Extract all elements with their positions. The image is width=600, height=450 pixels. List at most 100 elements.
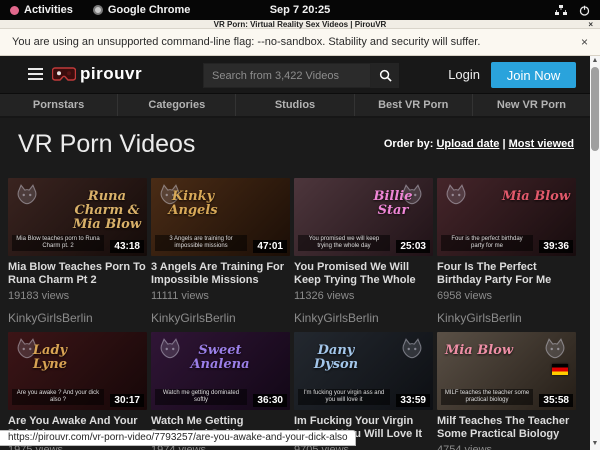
video-thumbnail[interactable]: Kinky Angels 3 Angels are training for i… xyxy=(151,178,290,256)
thumbnail-overlay-title: Lady Lyne xyxy=(14,344,86,372)
logo-text: pirouvr xyxy=(80,64,142,84)
video-thumbnail[interactable]: Sweet Analena Watch me getting dominated… xyxy=(151,332,290,410)
login-link[interactable]: Login xyxy=(448,67,480,82)
activities-button[interactable]: Activities xyxy=(0,0,83,20)
power-icon[interactable] xyxy=(579,5,590,16)
activities-label: Activities xyxy=(24,4,73,16)
duration-badge: 47:01 xyxy=(253,240,287,253)
nav-best-vr-porn[interactable]: Best VR Porn xyxy=(354,94,472,116)
chrome-infobar: You are using an unsupported command-lin… xyxy=(0,29,600,56)
order-upload-date-link[interactable]: Upload date xyxy=(436,138,499,150)
thumbnail-caption: Mia Blow teaches porn to Runa Charm pt. … xyxy=(12,235,104,251)
scroll-up-icon[interactable]: ▲ xyxy=(590,56,600,66)
app-menu-label: Google Chrome xyxy=(108,4,191,16)
app-menu[interactable]: Google Chrome xyxy=(83,0,201,20)
nav-new-vr-porn[interactable]: New VR Porn xyxy=(472,94,590,116)
studio-cat-mask-icon xyxy=(542,336,568,362)
thumbnail-caption: Are you awake ? And your dick also ? xyxy=(12,389,104,405)
scrollbar[interactable]: ▲ ▼ xyxy=(590,56,600,450)
studio-cat-mask-icon xyxy=(399,336,425,362)
duration-badge: 25:03 xyxy=(396,240,430,253)
main-nav: Pornstars Categories Studios Best VR Por… xyxy=(0,94,590,118)
video-thumbnail[interactable]: Billie Star You promised we will keep tr… xyxy=(294,178,433,256)
video-thumbnail[interactable]: Runa Charm & Mia Blow Mia Blow teaches p… xyxy=(8,178,147,256)
duration-badge: 36:30 xyxy=(253,394,287,407)
video-thumbnail[interactable]: Mia Blow Four is the perfect birthday pa… xyxy=(437,178,576,256)
activities-dot-icon xyxy=(10,6,19,15)
view-count: 19183 views xyxy=(8,290,147,302)
scrollbar-thumb[interactable] xyxy=(591,67,599,151)
video-card[interactable]: Mia Blow MILF teaches the teacher some p… xyxy=(437,332,576,450)
thumbnail-caption: MILF teaches the teacher some practical … xyxy=(441,389,533,405)
search-input[interactable]: Search from 3,422 Videos xyxy=(203,63,371,88)
scroll-down-icon[interactable]: ▼ xyxy=(590,439,600,449)
video-card[interactable]: Kinky Angels 3 Angels are training for i… xyxy=(151,178,290,325)
join-now-button[interactable]: Join Now xyxy=(491,62,576,88)
thumbnail-overlay-title: Runa Charm & Mia Blow xyxy=(71,190,143,232)
view-count: 4754 views xyxy=(437,444,576,450)
duration-badge: 35:58 xyxy=(539,394,573,407)
studio-link[interactable]: KinkyGirlsBerlin xyxy=(8,311,147,325)
infobar-message: You are using an unsupported command-lin… xyxy=(12,36,480,48)
order-by-label: Order by: xyxy=(384,138,434,150)
thumbnail-caption: Watch me getting dominated softly xyxy=(155,389,247,405)
german-flag-icon xyxy=(552,364,568,375)
thumbnail-caption: I'm fucking your virgin ass and you will… xyxy=(298,389,390,405)
thumbnail-overlay-title: Sweet Analena xyxy=(184,344,256,372)
video-card[interactable]: Mia Blow Four is the perfect birthday pa… xyxy=(437,178,576,325)
order-by: Order by: Upload date | Most viewed xyxy=(384,138,574,150)
search-icon xyxy=(379,69,392,82)
studio-link[interactable]: KinkyGirlsBerlin xyxy=(151,311,290,325)
order-most-viewed-link[interactable]: Most viewed xyxy=(509,138,574,150)
infobar-close-icon[interactable]: × xyxy=(581,35,588,49)
video-thumbnail[interactable]: Lady Lyne Are you awake ? And your dick … xyxy=(8,332,147,410)
network-icon[interactable] xyxy=(555,5,567,16)
video-card[interactable]: Billie Star You promised we will keep tr… xyxy=(294,178,433,325)
studio-cat-mask-icon xyxy=(157,336,183,362)
thumbnail-caption: Four is the perfect birthday party for m… xyxy=(441,235,533,251)
video-title-link[interactable]: 3 Angels Are Training For Impossible Mis… xyxy=(151,261,290,287)
nav-pornstars[interactable]: Pornstars xyxy=(0,94,117,116)
duration-badge: 33:59 xyxy=(396,394,430,407)
thumbnail-caption: 3 Angels are training for impossible mis… xyxy=(155,235,247,251)
nav-categories[interactable]: Categories xyxy=(117,94,235,116)
page-title: VR Porn Videos xyxy=(18,130,195,159)
duration-badge: 30:17 xyxy=(110,394,144,407)
studio-cat-mask-icon xyxy=(14,182,40,208)
nav-studios[interactable]: Studios xyxy=(235,94,353,116)
thumbnail-overlay-title: Dany Dyson xyxy=(300,344,372,372)
site-header: pirouvr Search from 3,422 Videos Login J… xyxy=(0,56,590,94)
video-title-link[interactable]: Mia Blow Teaches Porn To Runa Charm Pt 2 xyxy=(8,261,147,287)
thumbnail-overlay-title: Mia Blow xyxy=(500,190,572,204)
video-title-link[interactable]: Four Is The Perfect Birthday Party For M… xyxy=(437,261,576,287)
studio-link[interactable]: KinkyGirlsBerlin xyxy=(437,311,576,325)
vr-goggles-icon xyxy=(52,67,76,82)
status-url-tooltip: https://pirouvr.com/vr-porn-video/779325… xyxy=(0,430,356,446)
window-title: VR Porn: Virtual Reality Sex Videos | Pi… xyxy=(214,20,387,29)
video-card[interactable]: Runa Charm & Mia Blow Mia Blow teaches p… xyxy=(8,178,147,325)
duration-badge: 39:36 xyxy=(539,240,573,253)
video-thumbnail[interactable]: Mia Blow MILF teaches the teacher some p… xyxy=(437,332,576,410)
thumbnail-overlay-title: Mia Blow xyxy=(443,344,515,358)
video-grid: Runa Charm & Mia Blow Mia Blow teaches p… xyxy=(0,160,582,450)
thumbnail-overlay-title: Billie Star xyxy=(357,190,429,218)
search-button[interactable] xyxy=(371,63,399,88)
video-title-link[interactable]: You Promised We Will Keep Trying The Who… xyxy=(294,261,433,287)
menu-hamburger-icon[interactable] xyxy=(28,68,43,80)
browser-viewport: pirouvr Search from 3,422 Videos Login J… xyxy=(0,56,600,450)
thumbnail-overlay-title: Kinky Angels xyxy=(157,190,229,218)
duration-badge: 43:18 xyxy=(110,240,144,253)
view-count: 6958 views xyxy=(437,290,576,302)
view-count: 11326 views xyxy=(294,290,433,302)
tab-close-icon[interactable]: × xyxy=(588,20,593,29)
system-top-bar: Activities Google Chrome Sep 7 20:25 xyxy=(0,0,600,20)
video-thumbnail[interactable]: Dany Dyson I'm fucking your virgin ass a… xyxy=(294,332,433,410)
studio-link[interactable]: KinkyGirlsBerlin xyxy=(294,311,433,325)
site-logo[interactable]: pirouvr xyxy=(52,64,142,84)
studio-cat-mask-icon xyxy=(443,182,469,208)
video-title-link[interactable]: Milf Teaches The Teacher Some Practical … xyxy=(437,415,576,441)
window-titlebar: VR Porn: Virtual Reality Sex Videos | Pi… xyxy=(0,20,600,29)
thumbnail-caption: You promised we will keep trying the who… xyxy=(298,235,390,251)
view-count: 11111 views xyxy=(151,290,290,302)
chrome-icon xyxy=(93,5,103,15)
